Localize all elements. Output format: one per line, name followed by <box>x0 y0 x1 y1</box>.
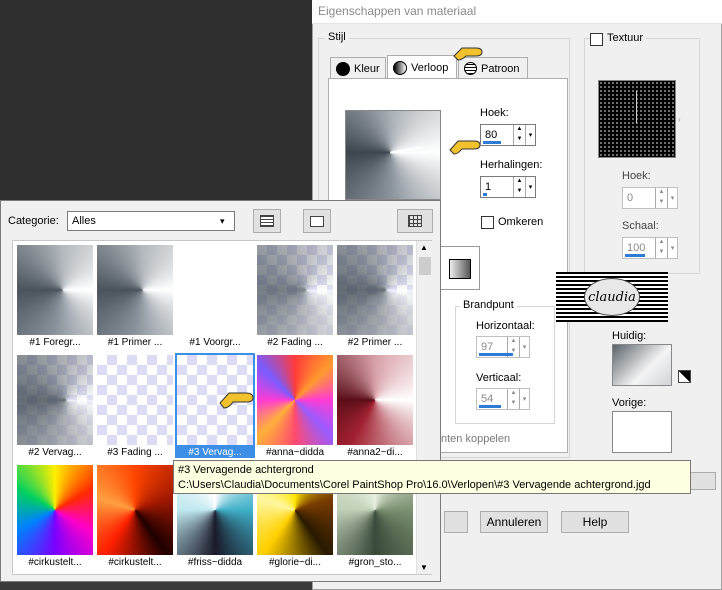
angle-spinner[interactable]: 80 ▲ ▼ ▾ <box>480 124 536 146</box>
chevron-down-icon[interactable]: ▾ <box>525 177 535 197</box>
list-item[interactable]: #2 Vervag... <box>15 353 95 459</box>
help-button[interactable]: Help <box>561 511 629 533</box>
grid-view-icon <box>408 215 422 227</box>
chevron-down-icon: ▾ <box>220 215 225 226</box>
repeats-label: Herhalingen: <box>480 159 543 171</box>
category-select[interactable]: Alles ▾ <box>67 211 235 231</box>
folder-icon <box>310 215 324 227</box>
list-item[interactable]: #1 Foregr... <box>15 243 95 349</box>
partial-button[interactable] <box>690 472 716 490</box>
current-material-swatch[interactable] <box>612 344 672 386</box>
view-list-button[interactable] <box>253 209 281 233</box>
category-label: Categorie: <box>8 215 59 227</box>
tab-gradient[interactable]: Verloop <box>387 55 457 79</box>
open-folder-button[interactable] <box>303 209 331 233</box>
repeats-spinner[interactable]: 1 ▲ ▼ ▾ <box>480 176 536 198</box>
pointer-hand-icon <box>218 388 256 410</box>
thumbnail-scrollbar[interactable]: ▲ ▼ <box>416 241 432 574</box>
list-item[interactable]: #1 Voorgr... <box>175 243 255 349</box>
horizontal-spinner[interactable]: 97 ▲ ▼ ▾ <box>476 336 530 358</box>
invert-label: Omkeren <box>498 216 544 228</box>
gradient-icon <box>393 60 407 75</box>
chevron-down-icon[interactable]: ▾ <box>667 188 677 208</box>
scale-spinner[interactable]: 100 ▲ ▼ ▾ <box>622 237 678 259</box>
list-item[interactable]: #cirkustelt... <box>15 463 95 569</box>
current-label: Huidig: <box>612 330 647 342</box>
chevron-down-icon[interactable]: ▾ <box>519 389 529 409</box>
chevron-down-icon[interactable]: ▼ <box>420 563 428 572</box>
texture-angle-spinner[interactable]: 0 ▲ ▼ ▾ <box>622 187 678 209</box>
chevron-down-icon[interactable]: ▾ <box>519 337 529 357</box>
vertical-label: Verticaal: <box>476 372 522 384</box>
claudia-watermark-logo: claudia <box>556 272 668 322</box>
pointer-hand-icon <box>448 136 482 156</box>
grid-view-button[interactable] <box>397 209 433 233</box>
texture-label: Textuur <box>604 32 647 44</box>
scale-label: Schaal: <box>622 220 659 232</box>
angle-label: Hoek: <box>480 107 509 119</box>
scrollbar-thumb[interactable] <box>419 257 431 275</box>
list-view-icon <box>260 215 274 227</box>
texture-checkbox[interactable] <box>590 33 603 46</box>
dialog-title: Eigenschappen van materiaal <box>312 0 722 24</box>
horizontal-label: Horizontaal: <box>476 320 535 332</box>
chevron-right-icon[interactable]: › <box>678 115 681 124</box>
focal-point-label: Brandpunt <box>460 299 517 311</box>
invert-checkbox[interactable] <box>481 216 494 229</box>
chevron-down-icon[interactable]: ▾ <box>667 238 677 258</box>
tab-color[interactable]: Kleur <box>330 57 386 79</box>
previous-material-swatch[interactable] <box>612 411 672 453</box>
cancel-button[interactable]: Annuleren <box>480 511 548 533</box>
swap-colors-icon[interactable] <box>678 370 691 383</box>
chevron-down-icon[interactable]: ▾ <box>525 125 535 145</box>
list-item[interactable]: #anna2~di... <box>335 353 415 459</box>
pattern-icon <box>464 62 477 75</box>
gradient-direction-handle[interactable] <box>390 146 422 154</box>
pointer-hand-icon <box>452 44 486 62</box>
color-icon <box>336 61 350 76</box>
canvas-background <box>0 0 316 200</box>
vertical-spinner[interactable]: 54 ▲ ▼ ▾ <box>476 388 530 410</box>
list-item[interactable]: #2 Fading ... <box>255 243 335 349</box>
gradient-preview[interactable] <box>345 110 441 200</box>
ok-button[interactable] <box>444 511 468 533</box>
tooltip: #3 Vervagende achtergrond C:\Users\Claud… <box>173 460 691 494</box>
texture-angle-label: Hoek: <box>622 170 651 182</box>
texture-preview[interactable] <box>598 80 676 158</box>
previous-label: Vorige: <box>612 397 647 409</box>
link-points-label: nten koppelen <box>441 433 511 445</box>
list-item[interactable]: #2 Primer ... <box>335 243 415 349</box>
gradient-editor-swatch[interactable] <box>440 246 480 290</box>
list-item[interactable]: #anna~didda <box>255 353 335 459</box>
list-item[interactable]: #1 Primer ... <box>95 243 175 349</box>
list-item[interactable]: #cirkustelt... <box>95 463 175 569</box>
style-group-label: Stijl <box>325 31 349 43</box>
list-item[interactable]: #3 Fading ... <box>95 353 175 459</box>
chevron-up-icon[interactable]: ▲ <box>420 243 428 252</box>
